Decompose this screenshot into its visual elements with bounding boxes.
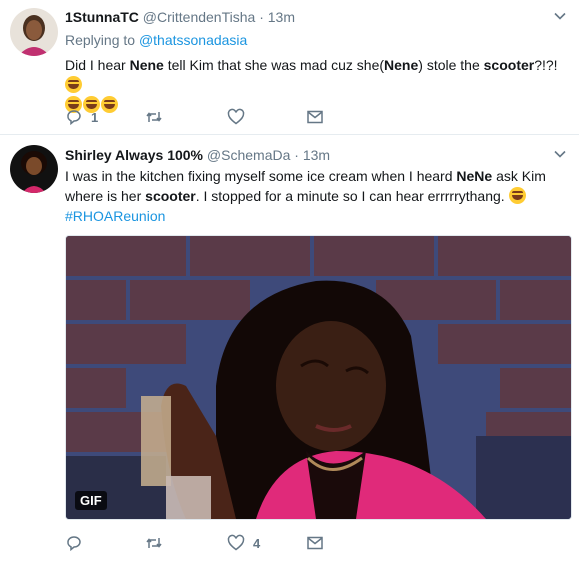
- tweet-header: 1StunnaTC @CrittendenTisha · 13m: [65, 8, 295, 26]
- text-segment: . I stopped for a minute so I can hear e…: [195, 188, 509, 204]
- display-name[interactable]: Shirley Always 100%: [65, 147, 203, 163]
- handle[interactable]: @SchemaDa: [207, 147, 290, 163]
- replying-to: Replying to @thatssonadasia: [65, 32, 247, 48]
- separator: ·: [259, 9, 264, 25]
- text-bold: scooter: [483, 57, 535, 73]
- like-icon: [227, 108, 245, 125]
- like-button[interactable]: 4: [227, 532, 260, 554]
- reply-icon: [67, 110, 81, 126]
- tweet-1[interactable]: 1StunnaTC @CrittendenTisha · 13m Replyin…: [0, 0, 579, 135]
- text-bold: Nene: [129, 57, 164, 73]
- text-segment: ?!?!: [534, 57, 558, 73]
- laughing-emoji-icon: [508, 187, 526, 204]
- message-icon: [307, 536, 323, 550]
- separator: ·: [294, 147, 299, 163]
- text-bold: NeNe: [456, 168, 493, 184]
- handle[interactable]: @CrittendenTisha: [143, 9, 256, 25]
- chevron-down-icon[interactable]: [553, 9, 567, 23]
- tweet-header: Shirley Always 100% @SchemaDa · 13m: [65, 146, 330, 164]
- avatar[interactable]: [10, 145, 58, 193]
- gif-media[interactable]: GIF: [65, 235, 572, 520]
- text-segment: ) stole the: [418, 57, 484, 73]
- text-bold: Nene: [384, 57, 419, 73]
- reply-icon: [67, 536, 81, 552]
- timestamp[interactable]: 13m: [303, 147, 330, 163]
- reply-button[interactable]: 1: [65, 106, 98, 128]
- text-segment: Did I hear: [65, 57, 130, 73]
- like-button[interactable]: [227, 106, 253, 128]
- reply-prefix: Replying to: [65, 32, 136, 48]
- message-button[interactable]: [306, 106, 324, 128]
- gif-badge: GIF: [75, 491, 107, 510]
- retweet-icon: [146, 538, 162, 548]
- gif-frame: [66, 236, 571, 519]
- reply-handle-link[interactable]: @thatssonadasia: [139, 32, 247, 48]
- text-bold: scooter: [145, 188, 196, 204]
- avatar[interactable]: [10, 8, 58, 56]
- like-icon: [227, 534, 245, 551]
- message-icon: [307, 110, 323, 124]
- text-segment: tell Kim that she was mad cuz she(: [163, 57, 385, 73]
- hashtag-link[interactable]: #RHOAReunion: [65, 208, 165, 224]
- text-segment: I was in the kitchen fixing myself some …: [65, 168, 457, 184]
- reply-button[interactable]: [65, 532, 91, 554]
- like-count: 4: [253, 535, 261, 551]
- timestamp[interactable]: 13m: [268, 9, 295, 25]
- laughing-emoji-icon: [101, 96, 118, 113]
- retweet-icon: [146, 112, 162, 122]
- tweet-2[interactable]: Shirley Always 100% @SchemaDa · 13m I wa…: [0, 135, 579, 570]
- reply-count: 1: [91, 109, 99, 125]
- message-button[interactable]: [306, 532, 324, 554]
- laughing-emoji-icon: [65, 76, 82, 93]
- display-name[interactable]: 1StunnaTC: [65, 9, 139, 25]
- tweet-text: I was in the kitchen fixing myself some …: [65, 166, 565, 226]
- chevron-down-icon[interactable]: [553, 147, 567, 161]
- retweet-button[interactable]: [145, 532, 171, 554]
- retweet-button[interactable]: [145, 106, 171, 128]
